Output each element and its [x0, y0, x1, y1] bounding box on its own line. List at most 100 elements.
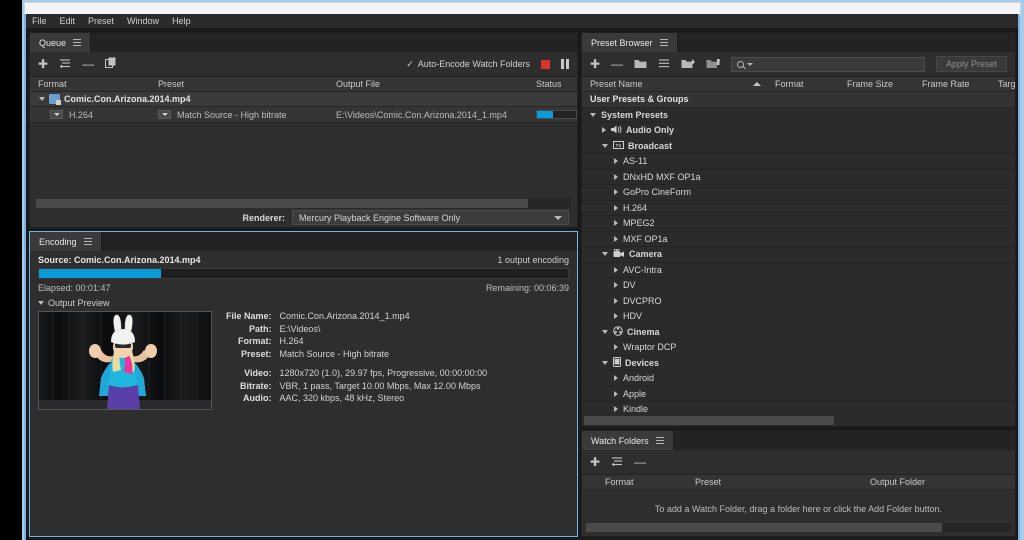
tab-encoding[interactable]: Encoding [30, 232, 102, 251]
preset-tree-item-android[interactable]: Android [582, 371, 1015, 387]
minus-icon[interactable]: — [82, 58, 94, 70]
column-format[interactable]: Format [30, 79, 150, 89]
chevron-right-icon[interactable] [614, 173, 618, 180]
queue-hscrollbar[interactable] [36, 199, 571, 208]
panel-menu-icon[interactable] [655, 437, 664, 444]
chevron-down-icon[interactable] [38, 301, 44, 305]
column-frame-rate[interactable]: Frame Rate [914, 79, 990, 89]
menu-window[interactable]: Window [127, 16, 159, 26]
chevron-down-icon[interactable] [590, 112, 596, 117]
minus-icon[interactable]: — [634, 456, 646, 468]
chevron-right-icon[interactable] [614, 297, 618, 304]
pause-icon[interactable] [561, 59, 569, 69]
preset-tree-item-devices[interactable]: Devices [582, 356, 1015, 371]
chevron-right-icon[interactable] [614, 282, 618, 289]
column-status[interactable]: Status [528, 79, 577, 89]
preset-tree-item-avc-intra[interactable]: AVC-Intra [582, 263, 1015, 278]
preset-tree-item-audio-only[interactable]: Audio Only [582, 123, 1015, 139]
row-output-file[interactable]: E:\Videos\Comic.Con.Arizona.2014_1.mp4 [336, 110, 507, 120]
preset-tree-item-camera[interactable]: Camera [582, 247, 1015, 263]
column-format[interactable]: Format [597, 477, 687, 487]
new-folder-icon[interactable] [634, 58, 647, 71]
preset-tree-item-gopro-cineform[interactable]: GoPro CineForm [582, 185, 1015, 201]
tab-watch-folders[interactable]: Watch Folders [582, 431, 674, 450]
sort-ascending-icon[interactable] [753, 82, 761, 86]
duplicate-icon[interactable] [105, 57, 117, 71]
search-input[interactable] [731, 56, 925, 72]
chevron-right-icon[interactable] [614, 266, 618, 273]
column-preset-name[interactable]: Preset Name [590, 79, 643, 89]
plus-icon[interactable]: ✚ [590, 58, 600, 70]
minus-icon[interactable]: — [611, 58, 623, 70]
chevron-right-icon[interactable] [614, 390, 618, 397]
preset-tree-item-kindle[interactable]: Kindle [582, 402, 1015, 415]
preset-settings-icon[interactable] [658, 58, 670, 71]
watch-folders-hscrollbar[interactable] [586, 523, 1011, 532]
chevron-right-icon[interactable] [614, 406, 618, 413]
chevron-right-icon[interactable] [614, 189, 618, 196]
chevron-right-icon[interactable] [614, 235, 618, 242]
preset-tree-item-apple[interactable]: Apple [582, 387, 1015, 402]
chevron-right-icon[interactable] [614, 375, 618, 382]
preset-tree-item-dv[interactable]: DV [582, 278, 1015, 294]
export-preset-icon[interactable] [706, 58, 723, 71]
import-preset-icon[interactable] [681, 58, 696, 71]
chevron-down-icon[interactable] [602, 360, 608, 365]
preset-settings-icon[interactable] [611, 456, 623, 469]
preset-tree-item-h-264[interactable]: H.264 [582, 201, 1015, 216]
output-preview-header[interactable]: Output Preview [30, 296, 577, 311]
chevron-right-icon[interactable] [614, 204, 618, 211]
preset-tree-item-cinema[interactable]: Cinema [582, 325, 1015, 340]
table-row[interactable]: H.264 Match Source - High bitrate E:\Vid… [30, 107, 577, 123]
column-frame-size[interactable]: Frame Size [839, 79, 914, 89]
menu-preset[interactable]: Preset [88, 16, 114, 26]
chevron-down-icon[interactable] [602, 143, 608, 148]
panel-menu-icon[interactable] [83, 238, 92, 245]
chevron-right-icon[interactable] [614, 313, 618, 320]
preset-tree-item-as-11[interactable]: AS-11 [582, 154, 1015, 170]
column-output-folder[interactable]: Output Folder [862, 477, 1015, 487]
menu-help[interactable]: Help [172, 16, 191, 26]
queue-group-row[interactable]: Comic.Con.Arizona.2014.mp4 [30, 92, 577, 107]
chevron-right-icon[interactable] [614, 220, 618, 227]
preset-tree-item-wraptor-dcp[interactable]: Wraptor DCP [582, 340, 1015, 356]
chevron-right-icon[interactable] [614, 158, 618, 165]
preset-column-headers: Preset Name Format Frame Size Frame Rate… [582, 77, 1015, 92]
menu-file[interactable]: File [32, 16, 47, 26]
panel-menu-icon[interactable] [659, 39, 668, 46]
chevron-down-icon [747, 62, 754, 66]
chevron-right-icon[interactable] [602, 127, 606, 134]
preset-settings-icon[interactable] [59, 58, 71, 71]
plus-icon[interactable]: ✚ [590, 456, 600, 468]
stop-icon[interactable] [541, 59, 550, 69]
column-preset[interactable]: Preset [150, 79, 328, 89]
panel-menu-icon[interactable] [73, 39, 82, 46]
column-output-file[interactable]: Output File [328, 79, 528, 89]
auto-encode-checkbox[interactable]: ✓ Auto-Encode Watch Folders [406, 59, 530, 70]
preset-tree[interactable]: User Presets & Groups System Presets Audio… [582, 92, 1015, 415]
preset-tree-item-mxf-op1a[interactable]: MXF OP1a [582, 232, 1015, 247]
column-target-rate[interactable]: Target Rate [990, 79, 1015, 89]
chevron-down-icon[interactable] [39, 97, 45, 101]
preset-tree-item-hdv[interactable]: HDV [582, 309, 1015, 325]
format-dropdown-icon[interactable] [50, 110, 63, 119]
preset-tree-item-mpeg2[interactable]: MPEG2 [582, 216, 1015, 232]
column-format[interactable]: Format [767, 79, 839, 89]
apply-preset-button[interactable]: Apply Preset [935, 56, 1007, 72]
preset-tree-item-dnxhd-mxf-op1a[interactable]: DNxHD MXF OP1a [582, 170, 1015, 185]
preset-tree-item-dvcpro[interactable]: DVCPRO [582, 294, 1015, 309]
preset-tree-item-broadcast[interactable]: TV Broadcast [582, 139, 1015, 154]
tab-preset-browser[interactable]: Preset Browser [582, 33, 678, 52]
chevron-right-icon[interactable] [614, 344, 618, 351]
plus-icon[interactable]: ✚ [38, 58, 48, 70]
preset-tree-header[interactable]: User Presets & Groups [582, 92, 1015, 108]
menu-edit[interactable]: Edit [60, 16, 76, 26]
preset-hscrollbar[interactable] [582, 415, 1015, 426]
preset-tree-item-system-presets[interactable]: System Presets [582, 108, 1015, 123]
column-preset[interactable]: Preset [687, 477, 862, 487]
preset-dropdown-icon[interactable] [158, 110, 171, 119]
chevron-down-icon[interactable] [602, 252, 608, 257]
chevron-down-icon[interactable] [602, 329, 608, 334]
tab-queue[interactable]: Queue [30, 33, 92, 52]
renderer-select[interactable]: Mercury Playback Engine Software Only [292, 210, 569, 225]
